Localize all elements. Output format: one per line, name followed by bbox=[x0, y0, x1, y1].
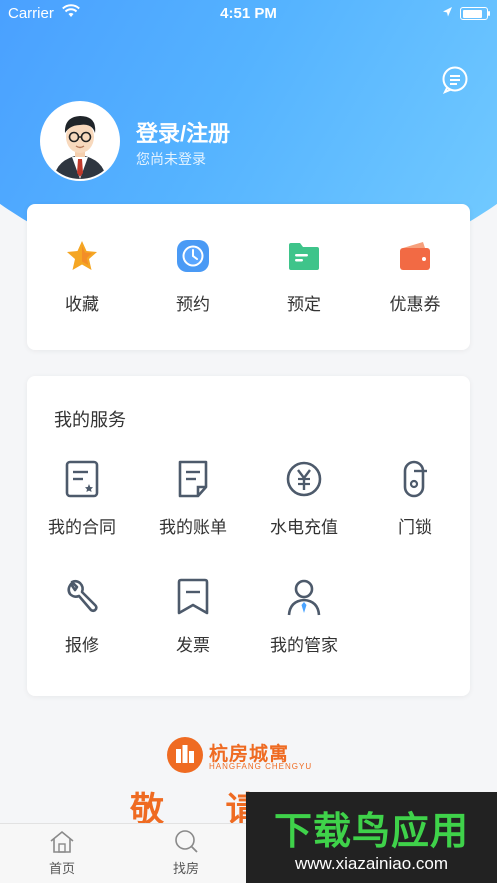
services-heading: 我的服务 bbox=[54, 410, 126, 430]
brand-logo bbox=[167, 737, 203, 773]
tab-label: 首页 bbox=[48, 861, 75, 876]
door-lock-icon bbox=[403, 460, 427, 498]
watermark-url: www.xiazainiao.com bbox=[294, 854, 449, 873]
my-services-card: 我的服务 我的合同 我的账单 水电充值 门锁 报修 发票 我的管家 bbox=[27, 376, 470, 696]
service-label: 我的合同 bbox=[48, 518, 116, 537]
watermark-overlay: 下载鸟应用 www.xiazainiao.com bbox=[246, 792, 497, 883]
avatar-illustration bbox=[42, 103, 118, 179]
star-icon bbox=[67, 241, 97, 270]
quick-action-label: 预定 bbox=[287, 295, 321, 314]
quick-actions-card: 收藏 预约 预定 优惠券 bbox=[27, 204, 470, 350]
wrench-icon bbox=[67, 579, 98, 613]
search-icon bbox=[175, 830, 198, 853]
login-register-link[interactable]: 登录/注册 bbox=[136, 116, 230, 148]
yuan-coin-icon bbox=[286, 461, 322, 497]
quick-action-label: 优惠券 bbox=[389, 295, 441, 314]
home-icon bbox=[50, 830, 74, 853]
brand-name-en: HANGFANG CHENGYU bbox=[209, 762, 313, 771]
service-label: 我的账单 bbox=[159, 518, 227, 537]
person-icon bbox=[287, 579, 321, 616]
bill-icon bbox=[178, 460, 208, 498]
location-arrow-icon bbox=[442, 5, 453, 22]
clock-time: 4:51 PM bbox=[220, 5, 277, 22]
status-bar: Carrier 4:51 PM bbox=[0, 0, 497, 28]
battery-level bbox=[462, 9, 483, 18]
wallet-icon bbox=[400, 242, 430, 270]
folder-icon bbox=[289, 243, 319, 270]
watermark-title: 下载鸟应用 bbox=[273, 811, 469, 853]
message-button[interactable] bbox=[441, 66, 469, 94]
invoice-icon bbox=[177, 578, 209, 615]
chat-bubble-icon bbox=[442, 66, 468, 94]
battery-icon bbox=[460, 7, 490, 20]
quick-action-label: 收藏 bbox=[65, 295, 99, 314]
service-label: 发票 bbox=[176, 636, 210, 655]
service-label: 报修 bbox=[65, 636, 99, 655]
login-status-text: 您尚未登录 bbox=[136, 151, 206, 167]
service-label: 我的管家 bbox=[270, 636, 338, 655]
user-avatar[interactable] bbox=[40, 101, 120, 181]
contract-icon bbox=[65, 460, 99, 498]
clock-icon bbox=[177, 240, 209, 272]
service-label: 水电充值 bbox=[270, 518, 338, 537]
tab-label: 找房 bbox=[172, 861, 199, 876]
quick-action-label: 预约 bbox=[176, 295, 210, 314]
service-label: 门锁 bbox=[398, 518, 432, 537]
brand-block: 杭房城寓 HANGFANG CHENGYU bbox=[167, 737, 327, 775]
